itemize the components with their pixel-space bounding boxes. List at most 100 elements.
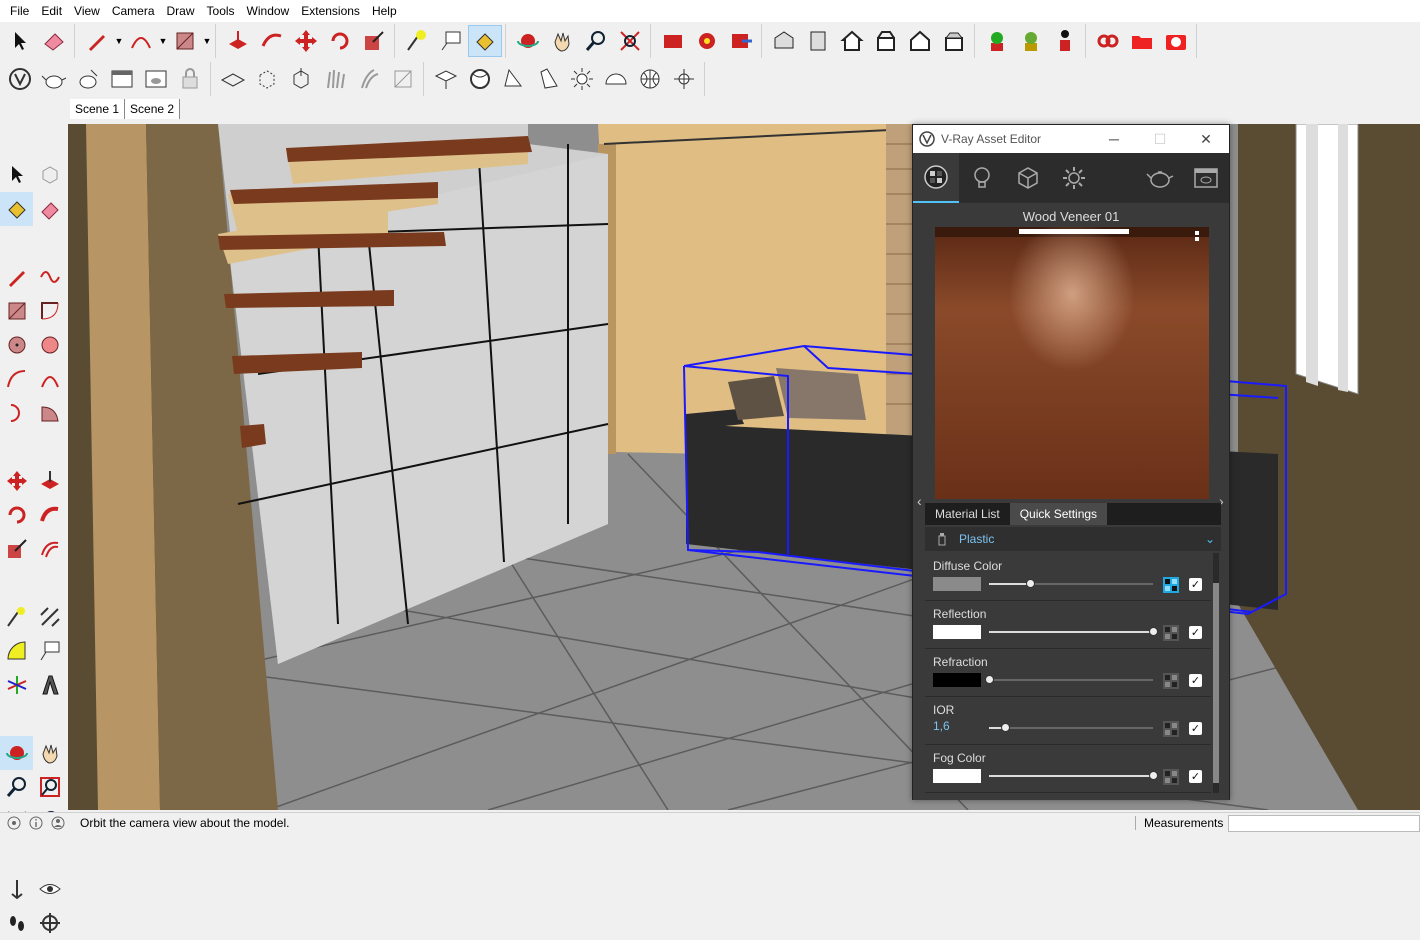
info-icon[interactable] xyxy=(28,815,44,831)
paint-bucket-button[interactable] xyxy=(468,25,502,57)
color-swatch[interactable] xyxy=(933,673,981,687)
link-tool-button[interactable] xyxy=(1091,25,1125,57)
back-view-button[interactable] xyxy=(903,25,937,57)
enable-checkbox[interactable]: ✓ xyxy=(1189,722,1202,735)
3d-text-button[interactable] xyxy=(33,668,66,702)
quick-settings-tab[interactable]: Quick Settings xyxy=(1009,503,1108,525)
vray-ies-light-button[interactable] xyxy=(531,63,565,95)
texture-slot-icon[interactable] xyxy=(1163,673,1179,689)
rotated-rectangle-button[interactable] xyxy=(33,294,66,328)
preview-left-arrow[interactable]: ‹ xyxy=(917,493,922,509)
follow-me-left-button[interactable] xyxy=(33,498,66,532)
iso-view-button[interactable] xyxy=(767,25,801,57)
pan-button[interactable] xyxy=(545,25,579,57)
layout-send-button[interactable] xyxy=(724,25,758,57)
frame-buffer-tab[interactable] xyxy=(1183,153,1229,203)
lights-tab[interactable] xyxy=(959,153,1005,203)
two-point-arc-button[interactable] xyxy=(33,362,66,396)
texture-slot-icon[interactable] xyxy=(1163,721,1179,737)
vray-light-gen-button[interactable] xyxy=(667,63,701,95)
right-view-button[interactable] xyxy=(869,25,903,57)
orbit-button[interactable] xyxy=(511,25,545,57)
maximize-button[interactable]: ☐ xyxy=(1137,125,1183,153)
texture-slot-active-icon[interactable] xyxy=(1163,577,1179,593)
render-teapot-tab[interactable] xyxy=(1137,153,1183,203)
skp-plugin-button[interactable] xyxy=(1048,25,1082,57)
measurements-input[interactable] xyxy=(1228,815,1420,832)
3d-warehouse-button[interactable] xyxy=(656,25,690,57)
vray-title-bar[interactable]: V-Ray Asset Editor ─ ☐ ✕ xyxy=(913,125,1229,153)
select-button[interactable] xyxy=(0,158,33,192)
front-view-button[interactable] xyxy=(835,25,869,57)
protractor-button[interactable] xyxy=(0,634,33,668)
top-view-button[interactable] xyxy=(801,25,835,57)
menu-draw[interactable]: Draw xyxy=(161,0,201,22)
eraser-left-button[interactable] xyxy=(33,192,66,226)
offset-button[interactable] xyxy=(33,532,66,566)
menu-extensions[interactable]: Extensions xyxy=(295,0,366,22)
vray-spot-light-button[interactable] xyxy=(497,63,531,95)
prop-slider[interactable] xyxy=(985,675,1153,684)
pie-button[interactable] xyxy=(33,396,66,430)
color-swatch[interactable] xyxy=(933,769,981,783)
position-camera-button[interactable] xyxy=(0,872,33,906)
prop-slider[interactable] xyxy=(989,771,1158,780)
settings-scrollbar[interactable] xyxy=(1213,553,1219,793)
vray-frame-buffer-button[interactable] xyxy=(105,63,139,95)
text-tool-button[interactable] xyxy=(434,25,468,57)
slider-knob[interactable] xyxy=(1026,579,1035,588)
vray-fur-button[interactable] xyxy=(318,63,352,95)
material-preview[interactable] xyxy=(935,227,1209,499)
materials-tab[interactable] xyxy=(913,153,959,203)
vray-omni-light-button[interactable] xyxy=(565,63,599,95)
scene-tab-2[interactable]: Scene 2 xyxy=(125,99,181,119)
line-tool-button[interactable] xyxy=(80,25,114,57)
menu-tools[interactable]: Tools xyxy=(201,0,241,22)
menu-view[interactable]: View xyxy=(68,0,106,22)
section-plane-button[interactable] xyxy=(33,906,66,940)
settings-tab[interactable] xyxy=(1051,153,1097,203)
rectangle-tool-button[interactable] xyxy=(168,25,202,57)
vray-mesh-light-button[interactable] xyxy=(633,63,667,95)
scale-tool-button[interactable] xyxy=(357,25,391,57)
paint-bucket-left-button[interactable] xyxy=(0,192,33,226)
vray-render-button[interactable] xyxy=(37,63,71,95)
dimension-button[interactable] xyxy=(33,600,66,634)
zoom-extents-button[interactable] xyxy=(613,25,647,57)
vray-proxy-button[interactable] xyxy=(250,63,284,95)
menu-camera[interactable]: Camera xyxy=(106,0,161,22)
enable-checkbox[interactable]: ✓ xyxy=(1189,626,1202,639)
vray-clipper-button[interactable] xyxy=(386,63,420,95)
material-list-tab[interactable]: Material List xyxy=(925,503,1010,525)
menu-help[interactable]: Help xyxy=(366,0,403,22)
color-swatch[interactable] xyxy=(933,577,981,591)
vray-asset-editor-button[interactable] xyxy=(3,63,37,95)
line-dropdown-arrow[interactable]: ▼ xyxy=(114,25,124,57)
vray-sphere-light-button[interactable] xyxy=(463,63,497,95)
vray-plane-button[interactable] xyxy=(216,63,250,95)
geo-location-icon[interactable] xyxy=(6,815,22,831)
zoom-left-button[interactable] xyxy=(0,770,33,804)
orbit-left-button[interactable] xyxy=(0,736,33,770)
slider-knob[interactable] xyxy=(985,675,994,684)
plant-plugin-button[interactable] xyxy=(980,25,1014,57)
eraser-tool-button[interactable] xyxy=(37,25,71,57)
tree-plugin-button[interactable] xyxy=(1014,25,1048,57)
shape-dropdown-arrow[interactable]: ▼ xyxy=(202,25,212,57)
move-tool-button[interactable] xyxy=(289,25,323,57)
prop-slider[interactable] xyxy=(989,579,1153,588)
vray-dome-light-button[interactable] xyxy=(599,63,633,95)
vray-lock-button[interactable] xyxy=(173,63,207,95)
texture-slot-icon[interactable] xyxy=(1163,625,1179,641)
prop-slider[interactable] xyxy=(989,627,1158,636)
arc-left-button[interactable] xyxy=(0,362,33,396)
vray-interactive-button[interactable] xyxy=(71,63,105,95)
user-account-icon[interactable] xyxy=(50,815,66,831)
push-pull-button[interactable] xyxy=(221,25,255,57)
close-button[interactable]: ✕ xyxy=(1183,125,1229,153)
slider-knob[interactable] xyxy=(1001,723,1011,732)
freehand-button[interactable] xyxy=(33,260,66,294)
geometry-tab[interactable] xyxy=(1005,153,1051,203)
make-component-button[interactable] xyxy=(33,158,66,192)
menu-file[interactable]: File xyxy=(4,0,35,22)
